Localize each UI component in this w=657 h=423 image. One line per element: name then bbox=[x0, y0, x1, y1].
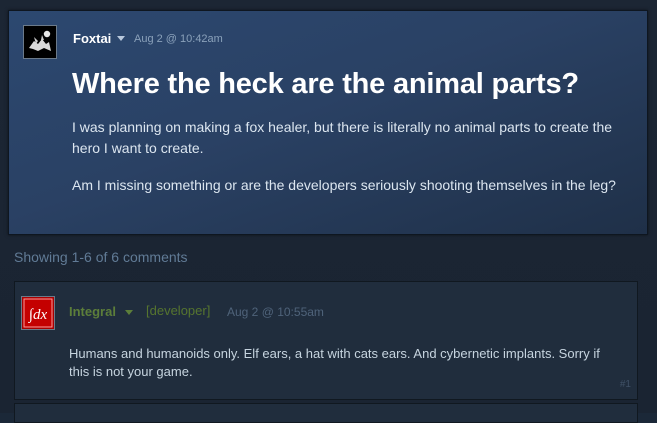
comment-number-link[interactable]: #1 bbox=[620, 379, 631, 390]
commenter-avatar[interactable]: ∫dx bbox=[21, 296, 55, 330]
author-dropdown-icon[interactable] bbox=[117, 36, 125, 41]
integral-dx-avatar-icon: ∫dx bbox=[22, 297, 54, 329]
commenter-name-link[interactable]: Integral bbox=[69, 304, 116, 319]
developer-badge: [developer] bbox=[146, 303, 211, 318]
comment-text: Humans and humanoids only. Elf ears, a h… bbox=[69, 346, 600, 379]
comment: ∫dx Integral [developer] Aug 2 @ 10:55am… bbox=[14, 281, 638, 400]
comments-count-label: Showing 1-6 of 6 comments bbox=[14, 249, 188, 265]
topic-title: Where the heck are the animal parts? bbox=[72, 68, 579, 100]
post-paragraph: Am I missing something or are the develo… bbox=[72, 177, 616, 193]
comment-date: Aug 2 @ 10:55am bbox=[227, 305, 324, 319]
original-post: Foxtai Aug 2 @ 10:42am Where the heck ar… bbox=[8, 10, 648, 235]
author-name-link[interactable]: Foxtai bbox=[73, 31, 111, 46]
svg-text:∫dx: ∫dx bbox=[28, 307, 48, 323]
comment bbox=[14, 403, 638, 423]
commenter-dropdown-icon[interactable] bbox=[125, 310, 133, 315]
post-paragraph: I was planning on making a fox healer, b… bbox=[72, 119, 613, 156]
post-date: Aug 2 @ 10:42am bbox=[134, 33, 223, 45]
fox-avatar-icon bbox=[24, 26, 56, 58]
author-avatar[interactable] bbox=[23, 25, 57, 59]
